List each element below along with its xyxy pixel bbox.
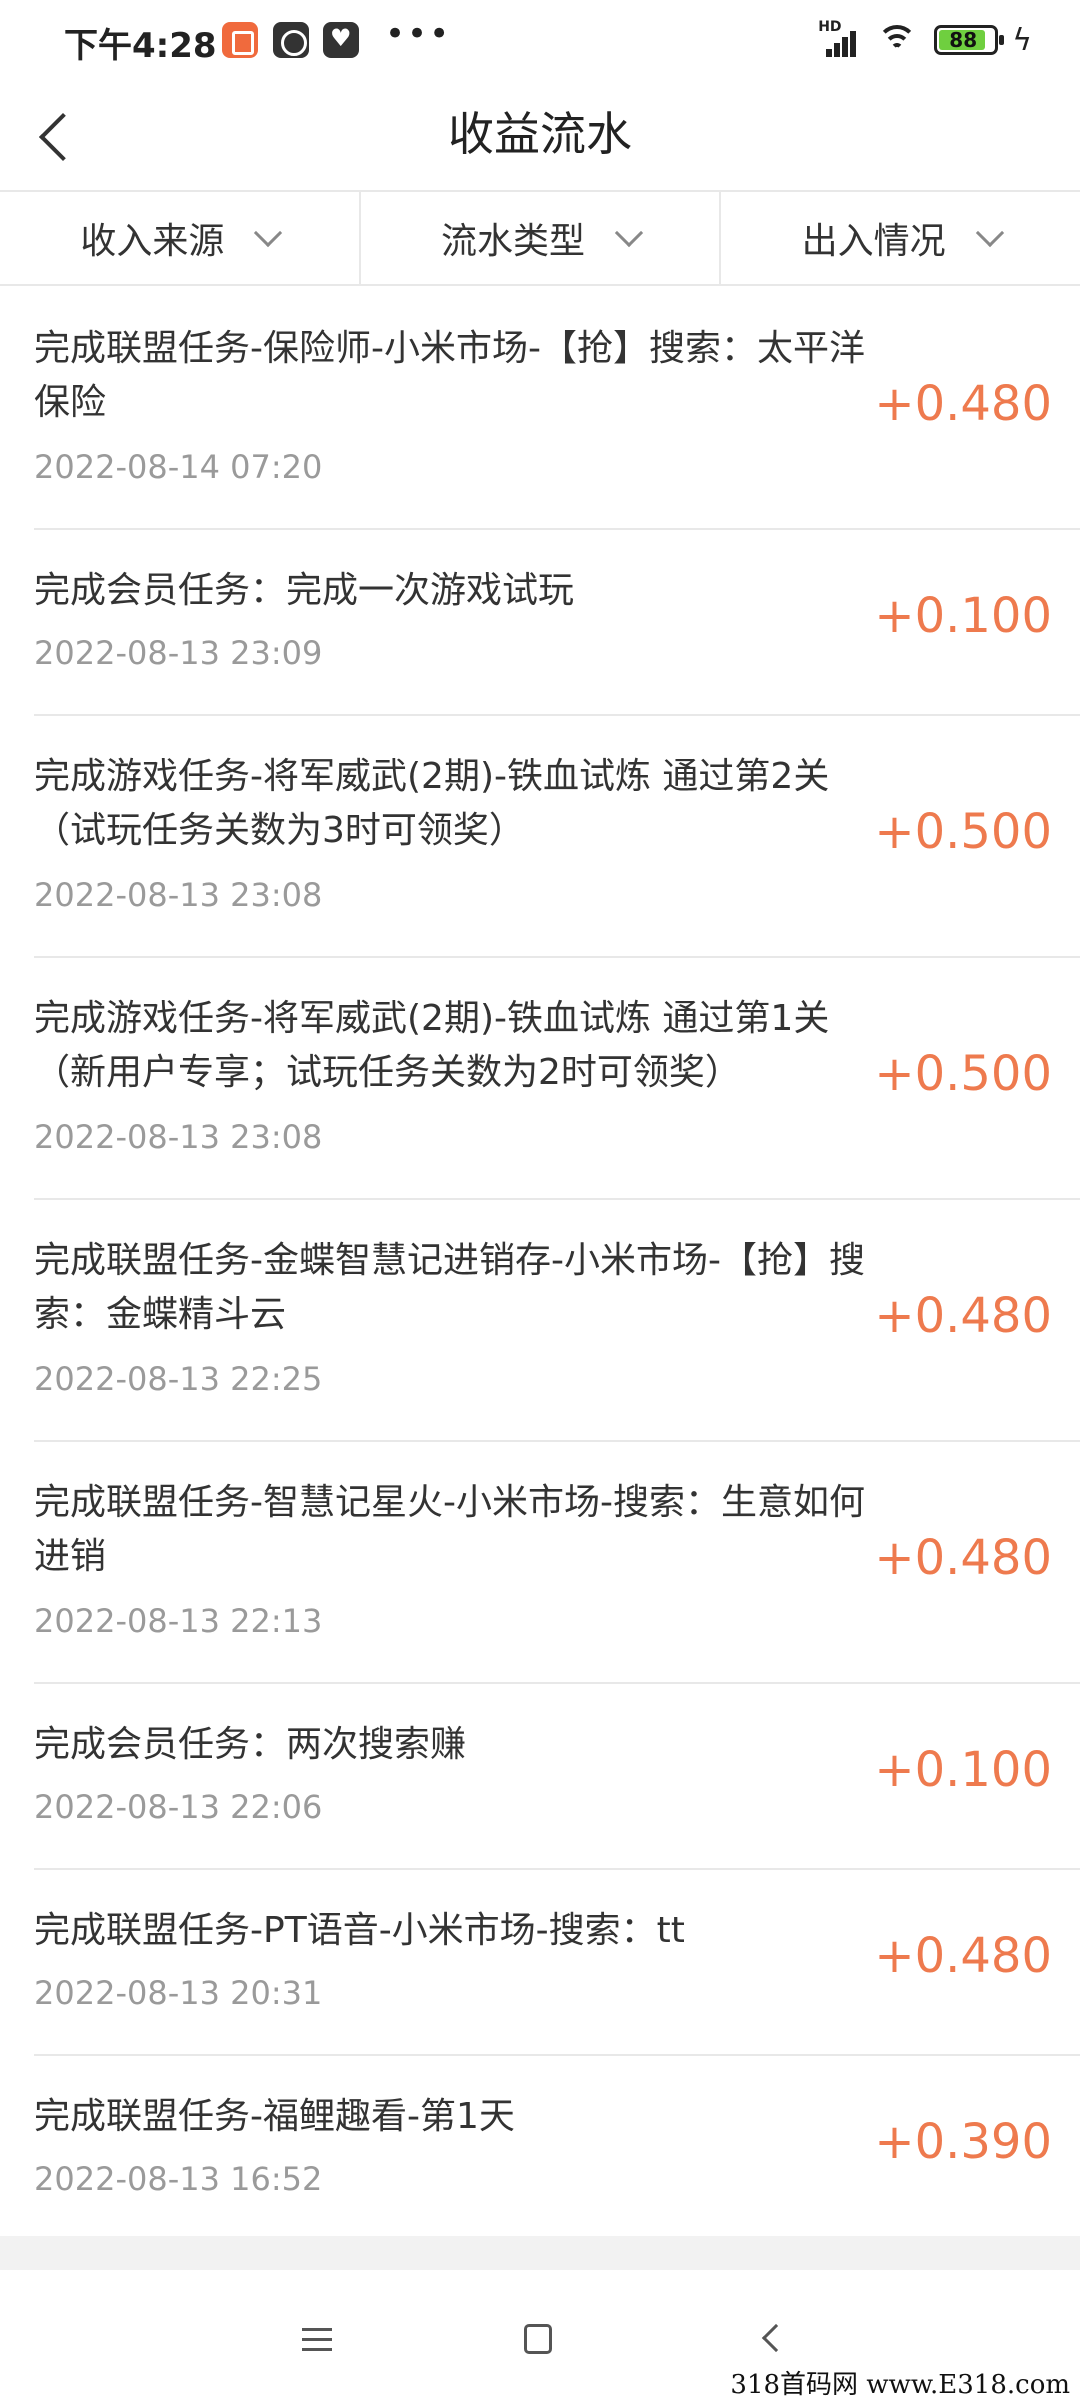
home-square-icon — [524, 2324, 552, 2354]
filter-bar: 收入来源 流水类型 出入情况 — [0, 190, 1080, 286]
record-title: 完成游戏任务-将军威武(2期)-铁血试炼 通过第2关（试玩任务关数为3时可领奖） — [34, 756, 830, 851]
battery-level: 88 — [949, 28, 978, 52]
filter-label: 流水类型 — [441, 221, 586, 262]
list-item[interactable]: 完成会员任务：两次搜索赚 2022-08-13 22:06 +0.100 — [34, 1684, 1080, 1870]
charging-icon: ϟ — [1012, 22, 1032, 58]
app-header: 收益流水 — [0, 80, 1080, 190]
notification-app-icon — [222, 22, 258, 58]
record-amount: +0.390 — [874, 2114, 1052, 2170]
network-type-label: HD — [818, 19, 842, 35]
wifi-icon — [874, 23, 920, 57]
list-item[interactable]: 完成联盟任务-PT语音-小米市场-搜索：tt 2022-08-13 20:31 … — [34, 1870, 1080, 2056]
record-amount: +0.100 — [874, 588, 1052, 644]
chevron-down-icon — [614, 218, 644, 248]
record-amount: +0.480 — [874, 1288, 1052, 1344]
record-title: 完成会员任务：完成一次游戏试玩 — [34, 570, 575, 611]
record-title: 完成联盟任务-保险师-小米市场-【抢】搜索：太平洋保险 — [34, 328, 865, 423]
record-amount: +0.480 — [874, 1530, 1052, 1586]
watermark: 318首码网 www.E318.com — [730, 2370, 1070, 2400]
list-item[interactable]: 完成联盟任务-智慧记星火-小米市场-搜索：生意如何进销 2022-08-13 2… — [34, 1442, 1080, 1684]
record-date: 2022-08-13 20:31 — [34, 1974, 323, 2012]
list-item[interactable]: 完成联盟任务-金蝶智慧记进销存-小米市场-【抢】搜索：金蝶精斗云 2022-08… — [34, 1200, 1080, 1442]
list-item[interactable]: 完成游戏任务-将军威武(2期)-铁血试炼 通过第1关（新用户专享；试玩任务关数为… — [34, 958, 1080, 1200]
record-date: 2022-08-13 22:13 — [34, 1602, 323, 1640]
record-title: 完成联盟任务-智慧记星火-小米市场-搜索：生意如何进销 — [34, 1482, 865, 1577]
list-end-spacer — [0, 2236, 1080, 2270]
record-date: 2022-08-13 23:08 — [34, 876, 323, 914]
chevron-left-icon — [761, 2323, 791, 2353]
status-bar: 下午4:28 ••• HD 88 ϟ — [0, 0, 1080, 80]
filter-flow-type[interactable]: 流水类型 — [361, 192, 722, 284]
record-amount: +0.500 — [874, 1046, 1052, 1102]
record-date: 2022-08-14 07:20 — [34, 448, 323, 486]
list-item[interactable]: 完成联盟任务-福鲤趣看-第1天 2022-08-13 16:52 +0.390 — [34, 2056, 1080, 2242]
signal-icon: HD — [818, 19, 860, 57]
filter-in-out[interactable]: 出入情况 — [721, 192, 1080, 284]
status-time: 下午4:28 — [64, 26, 217, 66]
record-title: 完成联盟任务-PT语音-小米市场-搜索：tt — [34, 1910, 685, 1951]
chevron-down-icon — [254, 218, 283, 248]
home-button[interactable] — [508, 2310, 568, 2370]
list-item[interactable]: 完成游戏任务-将军威武(2期)-铁血试炼 通过第2关（试玩任务关数为3时可领奖）… — [34, 716, 1080, 958]
more-notifications-icon: ••• — [385, 14, 452, 54]
record-date: 2022-08-13 22:06 — [34, 1788, 323, 1826]
system-back-button[interactable] — [740, 2310, 800, 2370]
record-title: 完成联盟任务-金蝶智慧记进销存-小米市场-【抢】搜索：金蝶精斗云 — [34, 1240, 865, 1335]
earnings-list: 完成联盟任务-保险师-小米市场-【抢】搜索：太平洋保险 2022-08-14 0… — [0, 288, 1080, 2242]
filter-label: 出入情况 — [801, 221, 946, 262]
recent-apps-button[interactable] — [288, 2310, 348, 2370]
record-date: 2022-08-13 23:09 — [34, 634, 323, 672]
list-item[interactable]: 完成会员任务：完成一次游戏试玩 2022-08-13 23:09 +0.100 — [34, 530, 1080, 716]
record-amount: +0.480 — [874, 1928, 1052, 1984]
filter-label: 收入来源 — [80, 221, 225, 262]
record-date: 2022-08-13 22:25 — [34, 1360, 323, 1398]
record-title: 完成会员任务：两次搜索赚 — [34, 1724, 467, 1765]
battery-icon: 88 — [934, 25, 1005, 55]
record-title: 完成联盟任务-福鲤趣看-第1天 — [34, 2096, 515, 2137]
record-amount: +0.500 — [874, 804, 1052, 860]
record-amount: +0.100 — [874, 1742, 1052, 1798]
record-date: 2022-08-13 16:52 — [34, 2160, 323, 2198]
page-title: 收益流水 — [448, 107, 632, 161]
chevron-down-icon — [975, 218, 1004, 248]
list-item[interactable]: 完成联盟任务-保险师-小米市场-【抢】搜索：太平洋保险 2022-08-14 0… — [34, 288, 1080, 530]
record-amount: +0.480 — [874, 376, 1052, 432]
record-title: 完成游戏任务-将军威武(2期)-铁血试炼 通过第1关（新用户专享；试玩任务关数为… — [34, 998, 830, 1093]
record-date: 2022-08-13 23:08 — [34, 1118, 323, 1156]
notification-heart-icon — [323, 22, 359, 58]
notification-camera-icon — [273, 22, 309, 58]
filter-income-source[interactable]: 收入来源 — [0, 192, 361, 284]
